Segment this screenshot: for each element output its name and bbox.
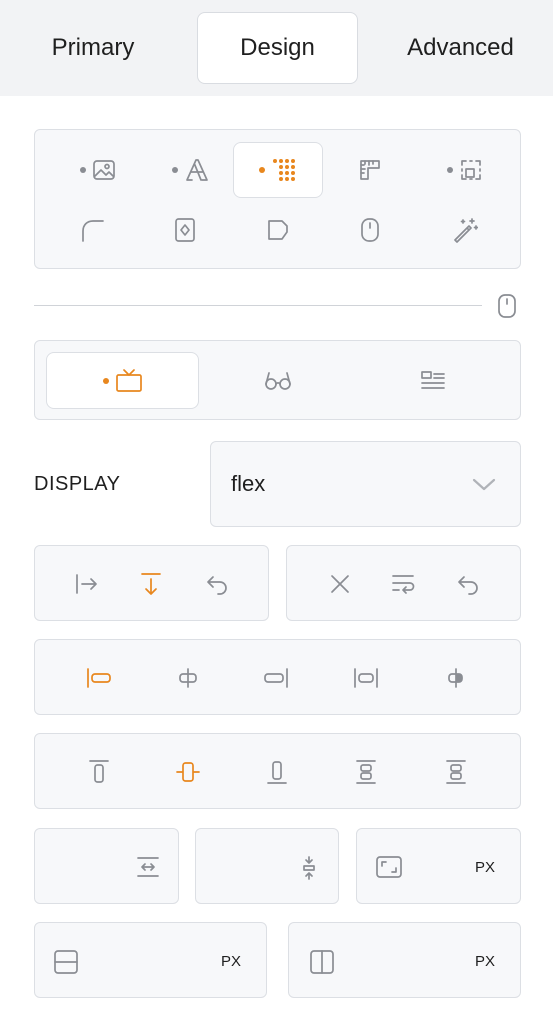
columns-icon <box>310 950 334 974</box>
align-center-button[interactable] <box>168 754 208 790</box>
glasses-icon <box>265 371 291 390</box>
design-sections-panel <box>34 129 521 269</box>
magic-wand-icon <box>454 218 478 243</box>
section-background-button[interactable] <box>53 142 143 198</box>
justify-around-icon <box>448 668 463 688</box>
justify-start-button[interactable] <box>79 660 119 696</box>
justify-end-icon <box>264 668 288 688</box>
align-bottom-icon <box>267 761 287 784</box>
align-top-icon <box>89 760 109 783</box>
display-label: DISPLAY <box>34 473 121 495</box>
chevron-down-icon <box>472 478 496 491</box>
device-desktop-button[interactable] <box>46 352 199 409</box>
tab-primary[interactable]: Primary <box>0 12 186 84</box>
tab-label: Primary <box>51 34 135 61</box>
justify-start-icon <box>87 668 111 688</box>
justify-center-button[interactable] <box>168 660 208 696</box>
tab-advanced[interactable]: Advanced <box>368 12 553 84</box>
justify-content-group <box>34 639 521 715</box>
justify-around-button[interactable] <box>436 660 476 696</box>
nowrap-button[interactable] <box>320 566 360 602</box>
vertical-gap-icon <box>303 856 315 880</box>
align-items-group <box>34 733 521 809</box>
justify-center-icon <box>179 668 197 688</box>
desktop-icon <box>115 368 142 392</box>
status-dot <box>80 167 86 173</box>
section-typography-button[interactable] <box>146 142 236 198</box>
list-icon <box>420 370 445 389</box>
status-dot <box>102 377 109 384</box>
undo-icon <box>458 576 478 595</box>
justify-between-button[interactable] <box>346 660 386 696</box>
corner-radius-icon <box>82 220 104 242</box>
arrow-down-icon <box>141 573 161 595</box>
align-stretch-button[interactable] <box>346 754 386 790</box>
justify-between-icon <box>354 668 378 688</box>
dashed-square-icon <box>461 160 481 180</box>
section-shape-button[interactable] <box>233 202 323 258</box>
display-select[interactable]: flex <box>210 441 521 527</box>
tab-bar: Primary Design Advanced <box>0 0 553 96</box>
section-card-button[interactable] <box>140 202 230 258</box>
align-middle-icon <box>176 762 200 782</box>
wrap-text-icon <box>392 575 415 594</box>
rows-icon <box>54 950 78 974</box>
grid-gap-unit[interactable]: PX <box>475 859 495 876</box>
grid-gap-field[interactable]: PX <box>356 828 521 904</box>
align-baseline-button[interactable] <box>436 754 476 790</box>
display-value: flex <box>231 471 266 496</box>
row-size-unit[interactable]: PX <box>221 953 241 970</box>
justify-end-button[interactable] <box>256 660 296 696</box>
section-interaction-button[interactable] <box>325 202 415 258</box>
tab-label: Design <box>240 34 315 61</box>
gap-vertical-field[interactable] <box>195 828 339 904</box>
horizontal-gap-icon <box>137 857 159 877</box>
tab-label: Advanced <box>407 34 514 61</box>
section-sizing-button[interactable] <box>325 142 415 198</box>
device-tablet-button[interactable] <box>203 352 353 409</box>
align-baseline-icon <box>446 760 466 784</box>
arrow-right-icon <box>76 574 97 594</box>
row-size-field[interactable]: PX <box>34 922 267 998</box>
section-effects-button[interactable] <box>420 202 510 258</box>
mouse-icon[interactable] <box>497 293 517 319</box>
typography-icon <box>186 159 208 181</box>
mouse-icon <box>361 218 379 242</box>
section-border-button[interactable] <box>47 202 137 258</box>
wrap-reverse-button[interactable] <box>448 566 488 602</box>
wrap-button[interactable] <box>383 566 423 602</box>
resize-box-icon <box>376 856 402 878</box>
section-spacing-button[interactable] <box>420 142 510 198</box>
tab-design[interactable]: Design <box>197 12 358 84</box>
device-mobile-button[interactable] <box>355 352 510 409</box>
section-divider <box>34 305 482 306</box>
direction-column-button[interactable] <box>131 566 171 602</box>
column-size-field[interactable]: PX <box>288 922 521 998</box>
align-start-button[interactable] <box>79 754 119 790</box>
flex-direction-group <box>34 545 269 621</box>
gap-horizontal-field[interactable] <box>34 828 179 904</box>
image-icon <box>93 160 115 180</box>
close-icon <box>331 575 349 593</box>
section-layout-button[interactable] <box>233 142 323 198</box>
column-size-unit[interactable]: PX <box>475 953 495 970</box>
undo-icon <box>207 576 227 595</box>
status-dot <box>172 167 178 173</box>
shape-icon <box>268 220 288 240</box>
direction-reverse-button[interactable] <box>197 566 237 602</box>
ruler-icon <box>360 160 380 180</box>
status-dot <box>259 167 265 173</box>
status-dot <box>447 167 453 173</box>
align-end-button[interactable] <box>257 754 297 790</box>
card-icon <box>175 218 195 242</box>
grid-dots-icon <box>273 159 295 181</box>
direction-row-button[interactable] <box>67 566 107 602</box>
align-stretch-icon <box>356 760 376 784</box>
device-selector <box>34 340 521 420</box>
flex-wrap-group <box>286 545 521 621</box>
